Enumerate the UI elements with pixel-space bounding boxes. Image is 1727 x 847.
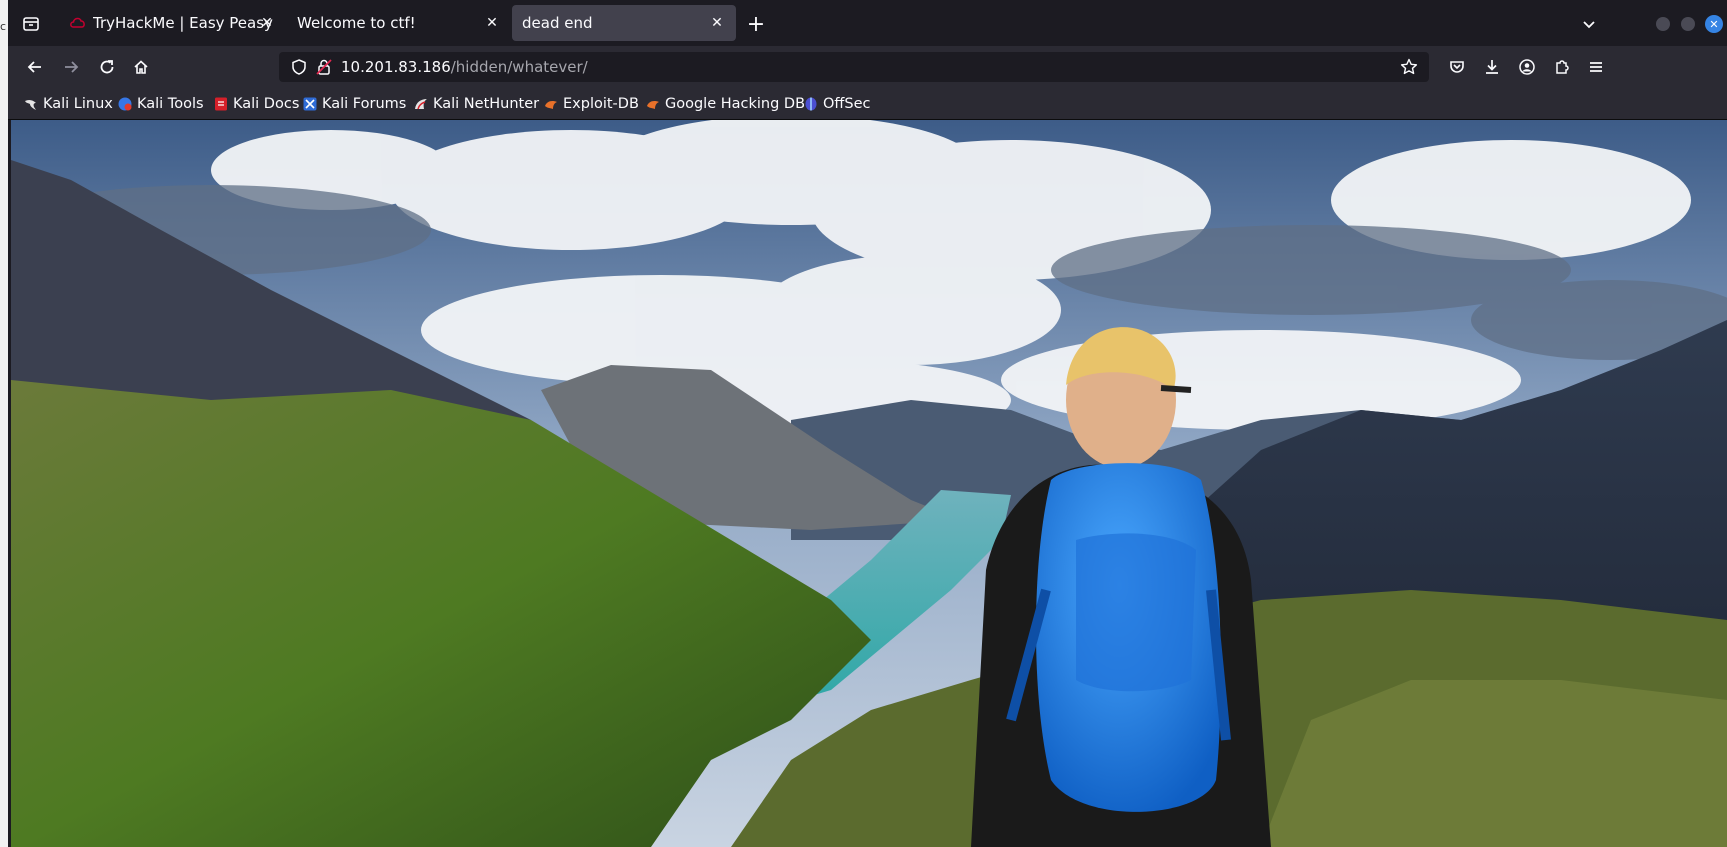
arrow-right-icon bbox=[65, 61, 79, 73]
hiker-landscape-image bbox=[11, 120, 1727, 847]
bookmark-label: Kali Forums bbox=[322, 96, 407, 112]
exploit-db-icon bbox=[544, 97, 558, 111]
bookmark-kali-docs[interactable]: Kali Docs bbox=[214, 94, 299, 114]
page-content bbox=[11, 120, 1727, 847]
puzzle-icon bbox=[1556, 60, 1569, 74]
bookmarks-toolbar: Kali Linux Kali Tools Kali Docs Kali For… bbox=[8, 88, 1727, 120]
back-button[interactable] bbox=[22, 54, 48, 80]
download-icon bbox=[1486, 60, 1498, 74]
chevron-down-icon bbox=[1583, 21, 1595, 29]
kali-forums-icon bbox=[303, 97, 317, 111]
close-tab-icon[interactable]: ✕ bbox=[483, 14, 501, 32]
bookmark-label: Kali Tools bbox=[137, 96, 204, 112]
ghdb-icon bbox=[646, 97, 660, 111]
account-icon bbox=[1519, 59, 1535, 75]
url-path: /hidden/whatever/ bbox=[450, 58, 588, 76]
navigation-toolbar: 10.201.83.186/hidden/whatever/ bbox=[8, 46, 1727, 88]
bookmark-kali-tools[interactable]: Kali Tools bbox=[118, 94, 204, 114]
arrow-left-icon bbox=[27, 61, 41, 73]
bookmark-label: Kali NetHunter bbox=[433, 96, 540, 112]
kali-tools-icon bbox=[118, 97, 132, 111]
forward-button[interactable] bbox=[58, 54, 84, 80]
kali-nethunter-icon bbox=[414, 97, 428, 111]
tab-title: dead end bbox=[522, 14, 593, 32]
hamburger-menu-icon bbox=[1590, 62, 1602, 72]
window-close-button[interactable]: ✕ bbox=[1705, 15, 1723, 33]
bookmark-kali-forums[interactable]: Kali Forums bbox=[303, 94, 406, 114]
tab-title: TryHackMe | Easy Peasy bbox=[93, 14, 273, 32]
window-maximize-button[interactable] bbox=[1681, 17, 1695, 31]
account-button[interactable] bbox=[1514, 54, 1540, 80]
kali-dragon-icon bbox=[24, 97, 38, 111]
pocket-icon bbox=[1450, 61, 1464, 73]
window-minimize-button[interactable] bbox=[1656, 17, 1670, 31]
bookmark-offsec[interactable]: OffSec bbox=[804, 94, 871, 114]
bookmark-label: Kali Linux bbox=[43, 96, 113, 112]
browser-window: TryHackMe | Easy Peasy ✕ Welcome to ctf!… bbox=[8, 0, 1727, 847]
bookmark-kali-linux[interactable]: Kali Linux bbox=[24, 94, 113, 114]
insecure-lock-icon[interactable] bbox=[315, 58, 333, 76]
tab-welcome-ctf[interactable]: Welcome to ctf! ✕ bbox=[287, 5, 511, 41]
tab-tryhackme[interactable]: TryHackMe | Easy Peasy ✕ bbox=[60, 5, 286, 41]
tryhackme-icon bbox=[70, 15, 86, 31]
offsec-icon bbox=[804, 97, 818, 111]
bookmark-label: OffSec bbox=[823, 96, 871, 112]
bookmark-label: Exploit-DB bbox=[563, 96, 639, 112]
reload-icon bbox=[100, 60, 114, 74]
url-host: 10.201.83.186 bbox=[341, 58, 451, 76]
firefox-view-icon bbox=[23, 17, 39, 31]
plus-icon: + bbox=[746, 11, 766, 37]
url-text[interactable]: 10.201.83.186/hidden/whatever/ bbox=[341, 58, 588, 76]
tab-bar: TryHackMe | Easy Peasy ✕ Welcome to ctf!… bbox=[8, 0, 1727, 46]
bookmark-exploit-db[interactable]: Exploit-DB bbox=[544, 94, 639, 114]
tab-title: Welcome to ctf! bbox=[297, 14, 416, 32]
home-button[interactable] bbox=[128, 54, 154, 80]
bookmark-kali-nethunter[interactable]: Kali NetHunter bbox=[414, 94, 539, 114]
close-icon: ✕ bbox=[1709, 17, 1719, 31]
reload-button[interactable] bbox=[94, 54, 120, 80]
pocket-button[interactable] bbox=[1444, 54, 1470, 80]
bookmark-label: Kali Docs bbox=[233, 96, 300, 112]
firefox-view-button[interactable] bbox=[18, 11, 44, 37]
list-all-tabs-button[interactable] bbox=[1576, 11, 1602, 37]
close-tab-icon[interactable]: ✕ bbox=[258, 14, 276, 32]
close-tab-icon[interactable]: ✕ bbox=[708, 14, 726, 32]
app-menu-button[interactable] bbox=[1583, 54, 1609, 80]
underlying-window-text: c bbox=[0, 20, 7, 33]
tab-dead-end-active[interactable]: dead end ✕ bbox=[512, 5, 736, 41]
kali-docs-icon bbox=[214, 97, 228, 111]
tracking-shield-icon[interactable] bbox=[290, 58, 308, 76]
new-tab-button[interactable]: + bbox=[743, 11, 769, 37]
url-bar[interactable]: 10.201.83.186/hidden/whatever/ bbox=[279, 52, 1429, 82]
extensions-button[interactable] bbox=[1549, 54, 1575, 80]
downloads-button[interactable] bbox=[1479, 54, 1505, 80]
home-icon bbox=[134, 60, 148, 74]
bookmark-google-hacking-db[interactable]: Google Hacking DB bbox=[646, 94, 805, 114]
bookmark-star-icon[interactable] bbox=[1399, 57, 1419, 77]
bookmark-label: Google Hacking DB bbox=[665, 96, 806, 112]
